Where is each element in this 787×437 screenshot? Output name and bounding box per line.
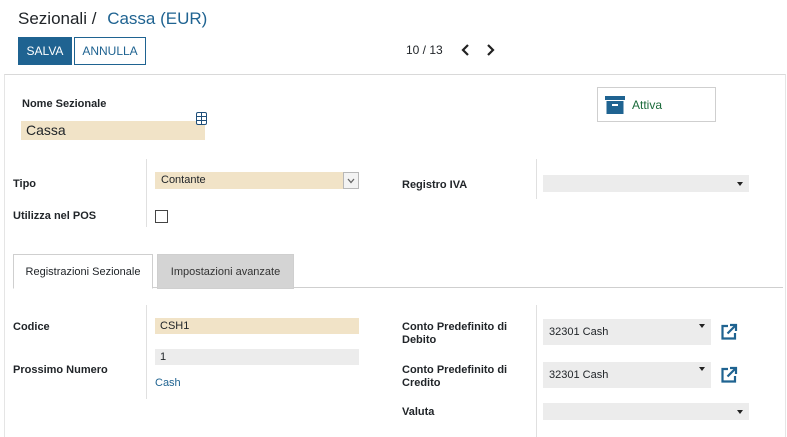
- journal-name-input[interactable]: Cassa: [21, 121, 205, 140]
- currency-select[interactable]: [543, 403, 749, 420]
- chevron-right-icon: [486, 44, 495, 56]
- external-link-icon[interactable]: [720, 323, 738, 341]
- form-sheet: Nome Sezionale Cassa Attiva Tipo Contant…: [4, 74, 786, 437]
- save-button[interactable]: SALVA: [18, 37, 72, 65]
- default-debit-account-value: 32301 Cash: [549, 325, 609, 338]
- column-divider: [536, 305, 537, 437]
- vat-register-select[interactable]: [543, 175, 749, 192]
- pager-value[interactable]: 10 / 13: [406, 43, 443, 57]
- pager-next-button[interactable]: [481, 41, 499, 59]
- chevron-down-icon: [347, 178, 355, 183]
- breadcrumb-parent[interactable]: Sezionali: [18, 9, 87, 28]
- pager-previous-button[interactable]: [457, 41, 475, 59]
- active-toggle-button[interactable]: Attiva: [597, 87, 716, 122]
- default-debit-account-label: Conto Predefinito di Debito: [402, 321, 507, 347]
- tab-journal-entries[interactable]: Registrazioni Sezionale: [13, 254, 153, 289]
- next-number-label: Prossimo Numero: [13, 364, 108, 376]
- vat-register-label: Registro IVA: [402, 179, 468, 191]
- external-link-icon[interactable]: [720, 366, 738, 384]
- type-select-toggle[interactable]: [343, 172, 359, 189]
- discard-button[interactable]: ANNULLA: [74, 37, 146, 65]
- caret-down-icon: [737, 410, 743, 414]
- pager: 10 / 13: [406, 41, 499, 59]
- column-divider: [146, 159, 147, 227]
- journal-name-label: Nome Sezionale: [22, 98, 107, 110]
- code-input[interactable]: CSH1: [155, 318, 359, 334]
- archive-icon: [605, 95, 625, 114]
- use-in-pos-checkbox[interactable]: [155, 210, 168, 223]
- currency-label: Valuta: [402, 406, 435, 418]
- chevron-left-icon: [461, 44, 469, 56]
- default-credit-account-value: 32301 Cash: [549, 368, 609, 381]
- notebook-tabs: Registrazioni Sezionale Impostazioni ava…: [13, 254, 783, 289]
- default-credit-account-select[interactable]: 32301 Cash: [543, 362, 711, 388]
- column-divider: [146, 305, 147, 399]
- default-credit-account-label-line2: Credito: [402, 377, 441, 389]
- next-number-input[interactable]: 1: [155, 349, 359, 365]
- type-select-value: Contante: [161, 174, 206, 186]
- type-select[interactable]: Contante: [155, 172, 359, 189]
- breadcrumb: Sezionali / Cassa (EUR): [18, 9, 207, 29]
- default-credit-account-label-line1: Conto Predefinito di: [402, 364, 508, 376]
- breadcrumb-separator: /: [91, 9, 97, 28]
- column-divider: [536, 159, 537, 199]
- caret-down-icon: [699, 324, 705, 328]
- default-debit-account-label-line1: Conto Predefinito di: [402, 321, 508, 333]
- caret-down-icon: [737, 182, 743, 186]
- type-label: Tipo: [13, 178, 37, 190]
- default-debit-account-select[interactable]: 32301 Cash: [543, 319, 711, 345]
- tab-advanced-settings[interactable]: Impostazioni avanzate: [157, 254, 294, 289]
- use-in-pos-label: Utilizza nel POS: [13, 210, 97, 222]
- default-credit-account-label: Conto Predefinito di Credito: [402, 364, 507, 390]
- default-debit-account-label-line2: Debito: [402, 334, 437, 346]
- translate-icon[interactable]: [196, 112, 207, 125]
- code-label: Codice: [13, 321, 50, 333]
- sequence-link[interactable]: Cash: [155, 377, 181, 389]
- caret-down-icon: [699, 367, 705, 371]
- active-status-label: Attiva: [632, 97, 663, 112]
- breadcrumb-current: Cassa (EUR): [107, 9, 208, 28]
